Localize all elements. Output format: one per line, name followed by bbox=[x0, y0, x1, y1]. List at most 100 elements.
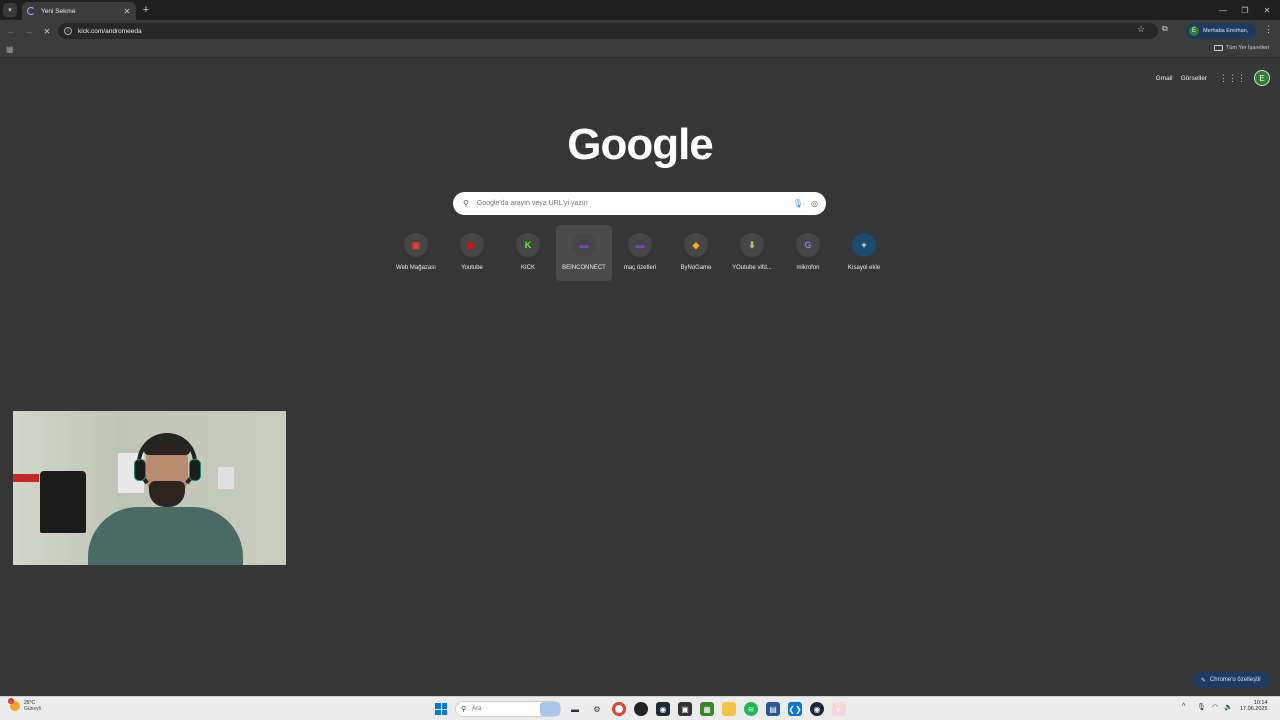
shortcut-tile[interactable]: K KICK bbox=[500, 225, 556, 281]
account-avatar[interactable]: E bbox=[1254, 70, 1270, 86]
shortcut-tile[interactable]: ◆ ByNoGame bbox=[668, 225, 724, 281]
new-tab-button[interactable]: + bbox=[140, 3, 152, 17]
task-view-icon[interactable]: ▬ bbox=[568, 702, 582, 716]
tab-search-button[interactable]: ▾ bbox=[3, 3, 17, 17]
windows-taskbar: 1 25°C Güneyli ⚲ Ara ▬ ⚙ ◉ ▣ ▦ ≋ ▤ ❮❯ ◉ … bbox=[0, 696, 1280, 720]
beinconnect-icon: ▬ bbox=[572, 233, 596, 257]
weather-widget[interactable]: 1 25°C Güneyli bbox=[8, 698, 41, 712]
webcam-poster-small bbox=[218, 467, 234, 489]
search-input[interactable]: Google'da arayın veya URL'yi yazın bbox=[477, 200, 793, 207]
forward-button[interactable]: → bbox=[22, 24, 36, 38]
steam-app-icon[interactable]: ◉ bbox=[810, 702, 824, 716]
customize-label: Chrome'u özelleştir bbox=[1209, 677, 1262, 683]
webcam-overlay bbox=[13, 411, 286, 565]
profile-chip[interactable]: E Merhaba Emirhan, bbox=[1186, 23, 1256, 39]
steam-icon[interactable]: ◉ bbox=[656, 702, 670, 716]
taskbar-search-text: Ara bbox=[472, 706, 482, 712]
clock[interactable]: 10:14 17.06.2025 bbox=[1240, 700, 1268, 712]
epic-games-icon[interactable]: ▣ bbox=[678, 702, 692, 716]
obs-icon[interactable] bbox=[634, 702, 648, 716]
search-icon: ⚲ bbox=[461, 706, 467, 713]
all-bookmarks-label: Tüm Yer İşaretleri bbox=[1226, 45, 1270, 51]
shortcut-label: mikrofon bbox=[796, 265, 820, 271]
headset-icon bbox=[137, 433, 197, 493]
shortcut-label: KICK bbox=[520, 265, 535, 271]
google-apps-icon[interactable]: ⋮⋮⋮ bbox=[1219, 73, 1246, 84]
minecraft-icon[interactable]: ▦ bbox=[700, 702, 714, 716]
tab-title: Yeni Sekme bbox=[41, 7, 76, 15]
tab-new-tab[interactable]: Yeni Sekme ✕ bbox=[22, 2, 136, 20]
web-store-icon: ▣ bbox=[404, 233, 428, 257]
search-icon: ⚲ bbox=[463, 199, 469, 208]
headset-ear-right bbox=[189, 459, 201, 481]
mikrofon-icon: G bbox=[796, 233, 820, 257]
stop-button[interactable]: ✕ bbox=[40, 24, 54, 38]
shortcut-tile[interactable]: ⬇ YOutube vifd... bbox=[724, 225, 780, 281]
file-explorer-icon[interactable] bbox=[722, 702, 736, 716]
bookmark-star-icon[interactable]: ☆ bbox=[1137, 24, 1145, 35]
customize-chrome-button[interactable]: ✎ Chrome'u özelleştir bbox=[1191, 672, 1271, 688]
shortcut-label: YOutube vifd... bbox=[732, 265, 772, 271]
shortcut-tile[interactable]: ▣ Web Mağazası bbox=[388, 225, 444, 281]
vscode-icon[interactable]: ❮❯ bbox=[788, 702, 802, 716]
search-box[interactable]: ⚲ Google'da arayın veya URL'yi yazın 🎙 ◎ bbox=[453, 192, 826, 215]
chrome-menu-icon[interactable]: ⋮ bbox=[1264, 24, 1273, 35]
weather-desc: Güneyli bbox=[24, 706, 41, 712]
youtube-icon: ▶ bbox=[460, 233, 484, 257]
tab-strip: ▾ Yeni Sekme ✕ + — ❐ ✕ bbox=[0, 0, 1280, 20]
bookmarks-bar: ▦ Tüm Yer İşaretleri bbox=[0, 42, 1280, 58]
volume-icon[interactable]: 🔈 bbox=[1224, 703, 1233, 711]
tray-chevron-icon[interactable]: ^ bbox=[1182, 703, 1185, 710]
shortcut-tile[interactable]: Gmikrofon bbox=[780, 225, 836, 281]
browser-toolbar: ← → ✕ i kick.com/andromeeda ☆ ⧉ E Merhab… bbox=[0, 20, 1280, 42]
pencil-icon: ✎ bbox=[1200, 677, 1206, 684]
store-icon[interactable]: ▤ bbox=[766, 702, 780, 716]
loading-spinner-icon bbox=[27, 7, 35, 15]
google-logo: Google bbox=[567, 120, 714, 169]
windows-start-icon[interactable] bbox=[435, 703, 447, 715]
restore-button[interactable]: ❐ bbox=[1234, 0, 1256, 20]
site-info-icon[interactable]: i bbox=[64, 27, 72, 35]
gmail-link[interactable]: Gmail bbox=[1156, 75, 1173, 82]
lens-icon[interactable]: ◎ bbox=[811, 199, 818, 208]
url-text: kick.com/andromeeda bbox=[78, 27, 142, 35]
download-icon: ⬇ bbox=[740, 233, 764, 257]
shortcut-tile[interactable]: ▶ Youtube bbox=[444, 225, 500, 281]
headset-ear-left bbox=[134, 459, 146, 481]
all-bookmarks-button[interactable]: Tüm Yer İşaretleri bbox=[1214, 45, 1269, 51]
close-window-button[interactable]: ✕ bbox=[1256, 0, 1278, 20]
spotify-icon[interactable]: ≋ bbox=[744, 702, 758, 716]
minimize-button[interactable]: — bbox=[1212, 0, 1234, 20]
settings-icon[interactable]: ⚙ bbox=[590, 702, 604, 716]
images-link[interactable]: Görseller bbox=[1181, 75, 1207, 82]
back-button[interactable]: ← bbox=[4, 24, 18, 38]
profile-greeting: Merhaba Emirhan, bbox=[1203, 28, 1249, 34]
microphone-icon[interactable]: 🎙 bbox=[793, 199, 803, 208]
weather-badge: 1 bbox=[8, 698, 14, 704]
extensions-icon[interactable]: ⧉ bbox=[1162, 24, 1168, 34]
wifi-icon[interactable]: ◠ bbox=[1212, 703, 1218, 711]
shortcut-tile[interactable]: + Kısayol ekle bbox=[836, 225, 892, 281]
webcam-jersey bbox=[40, 471, 86, 533]
apps-grid-icon[interactable]: ▦ bbox=[6, 45, 14, 54]
tab-close-icon[interactable]: ✕ bbox=[121, 7, 133, 16]
top-links: Gmail Görseller ⋮⋮⋮ E bbox=[1156, 70, 1270, 86]
add-shortcut-icon: + bbox=[852, 233, 876, 257]
chrome-icon[interactable] bbox=[612, 702, 626, 716]
kick-icon: K bbox=[516, 233, 540, 257]
widget-landscape-icon[interactable] bbox=[540, 702, 560, 716]
mic-tray-icon[interactable]: 🎙 bbox=[1197, 703, 1206, 711]
bynogame-icon: ◆ bbox=[684, 233, 708, 257]
shortcut-tiles: ▣ Web Mağazası ▶ Youtube K KICK ▬ BEINCONNECT ▬ m… bbox=[388, 225, 892, 281]
mac-ozetleri-icon: ▬ bbox=[628, 233, 652, 257]
shortcut-label: ByNoGame bbox=[680, 265, 712, 271]
shortcut-label: BEINCONNECT bbox=[562, 265, 606, 271]
profile-avatar: E bbox=[1189, 26, 1199, 36]
shortcut-tile[interactable]: ▬ BEINCONNECT bbox=[556, 225, 612, 281]
webcam-sign bbox=[13, 474, 39, 482]
shortcut-tile[interactable]: ▬ maç özetleri bbox=[612, 225, 668, 281]
folder-icon bbox=[1214, 45, 1223, 51]
shortcut-label: Youtube bbox=[461, 265, 483, 271]
media-app-icon[interactable]: ◐ bbox=[832, 702, 846, 716]
address-bar[interactable]: i kick.com/andromeeda bbox=[58, 23, 1158, 39]
